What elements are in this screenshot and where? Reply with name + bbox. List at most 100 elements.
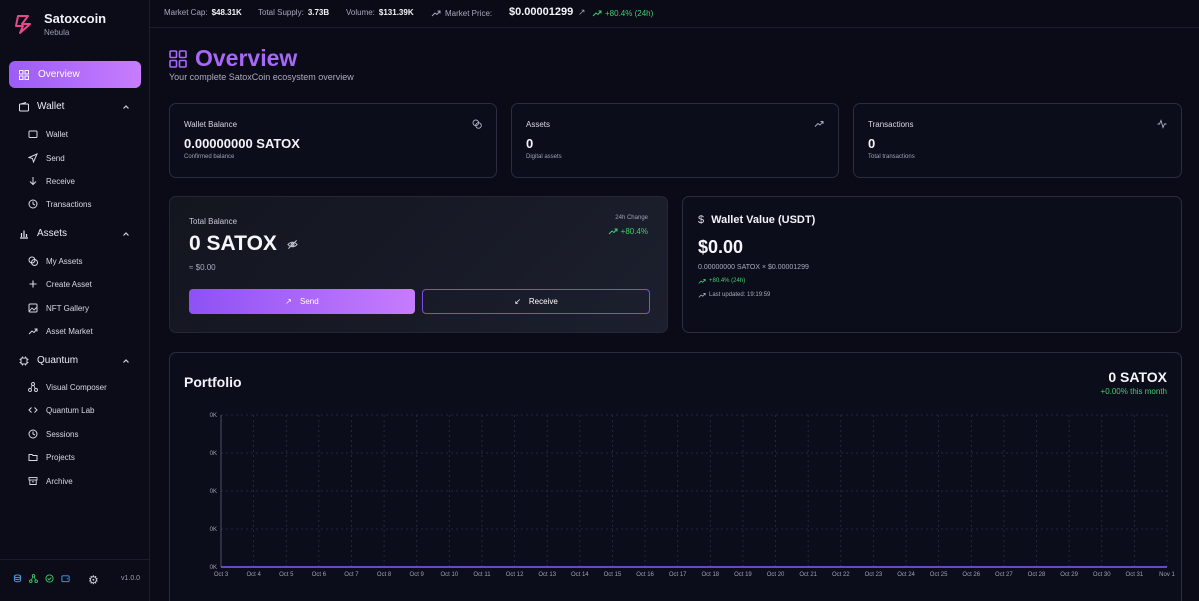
- total-supply-stat: Total Supply: 3.73B: [258, 8, 329, 17]
- x-tick-label: Oct 16: [636, 572, 654, 578]
- sidebar-item-visual-composer[interactable]: Visual Composer: [28, 382, 107, 392]
- sidebar-item-label: Asset Market: [46, 326, 93, 336]
- clock-icon: [28, 429, 38, 439]
- stat-value: 0.00000000 SATOX: [184, 136, 300, 151]
- change-24h: +80.4%: [608, 226, 648, 236]
- sidebar-item-my-assets[interactable]: My Assets: [28, 256, 82, 266]
- market-price-value: $0.00001299: [509, 6, 574, 18]
- coins-icon: [28, 256, 38, 266]
- nav-section-label: Assets: [37, 228, 68, 239]
- sidebar-item-projects[interactable]: Projects: [28, 452, 75, 462]
- trending-up-icon: [698, 277, 706, 285]
- image-icon: [28, 303, 38, 313]
- gear-icon[interactable]: ⚙: [88, 573, 99, 587]
- total-balance-amount: 0 SATOX: [189, 232, 277, 255]
- x-tick-label: Oct 6: [312, 572, 327, 578]
- satoxcoin-logo: [15, 15, 31, 34]
- layout-grid-icon: [169, 49, 187, 68]
- stat-label: Transactions: [868, 120, 914, 129]
- sidebar-item-asset-market[interactable]: Asset Market: [28, 326, 93, 336]
- x-tick-label: Oct 14: [571, 572, 589, 578]
- database-icon[interactable]: [13, 574, 22, 583]
- stat-sub: Digital assets: [526, 154, 562, 160]
- sidebar-item-transactions[interactable]: Transactions: [28, 199, 92, 209]
- sidebar-item-wallet[interactable]: Wallet: [28, 129, 68, 139]
- wallet-icon[interactable]: [61, 574, 70, 583]
- x-tick-label: Oct 12: [506, 572, 524, 578]
- y-tick-label: 0K: [210, 489, 217, 495]
- archive-icon: [28, 476, 38, 486]
- x-tick-label: Oct 21: [799, 572, 817, 578]
- x-tick-label: Oct 4: [246, 572, 261, 578]
- trending-up-icon: [431, 8, 441, 18]
- arrow-up-right-icon: ↗: [285, 297, 292, 306]
- sidebar-item-create-asset[interactable]: Create Asset: [28, 279, 92, 289]
- x-tick-label: Oct 28: [1028, 572, 1046, 578]
- chevron-up-icon: [121, 229, 131, 239]
- sidebar-item-label: Visual Composer: [46, 382, 107, 392]
- trending-up-icon: [698, 291, 706, 299]
- receive-button[interactable]: ↙ Receive: [422, 289, 650, 314]
- total-balance-card: Total Balance 0 SATOX ≈ $0.00 24h Change…: [169, 196, 668, 333]
- sidebar-item-label: Create Asset: [46, 279, 92, 289]
- x-tick-label: Oct 22: [832, 572, 850, 578]
- price-change-badge: +80.4% (24h): [592, 8, 653, 18]
- sidebar: Satoxcoin Nebula Overview Wallet Wallet …: [0, 0, 150, 601]
- y-tick-label: 0K: [210, 413, 217, 419]
- market-cap-stat: Market Cap: $48.31K: [164, 8, 242, 17]
- send-icon: [28, 153, 38, 163]
- trending-up-icon: [814, 121, 824, 127]
- nav-section-wallet[interactable]: Wallet: [19, 101, 131, 112]
- stat-sub: Total transactions: [868, 154, 915, 160]
- nav-overview[interactable]: Overview: [9, 61, 141, 88]
- sidebar-item-receive[interactable]: Receive: [28, 176, 75, 186]
- x-tick-label: Oct 17: [669, 572, 687, 578]
- sidebar-item-quantum-lab[interactable]: Quantum Lab: [28, 405, 94, 415]
- sidebar-footer: ⚙ v1.0.0: [0, 559, 150, 601]
- sidebar-item-send[interactable]: Send: [28, 153, 65, 163]
- portfolio-chart[interactable]: 0K0K0K0K0KOct 3 Oct 4 Oct 5 Oct 6 Oct 7 Oct 8…: [169, 352, 1182, 601]
- page-heading: Overview: [169, 45, 297, 72]
- y-tick-label: 0K: [210, 451, 217, 457]
- x-tick-label: Nov 1: [1159, 572, 1175, 578]
- check-circle-icon[interactable]: [45, 574, 54, 583]
- sidebar-item-archive[interactable]: Archive: [28, 476, 73, 486]
- coins-icon: [472, 119, 482, 129]
- y-tick-label: 0K: [210, 527, 217, 533]
- market-price-label: Market Price:: [445, 8, 493, 18]
- wallet-value-title: Wallet Value (USDT): [711, 214, 816, 226]
- brand-name: Satoxcoin: [44, 11, 107, 26]
- wallet-icon: [28, 129, 38, 139]
- external-link-icon[interactable]: ↗: [578, 7, 586, 18]
- total-balance-label: Total Balance: [189, 217, 238, 226]
- stat-card-transactions: Transactions 0 Total transactions: [853, 103, 1182, 178]
- nav-section-assets[interactable]: Assets: [19, 228, 131, 239]
- eye-off-icon[interactable]: [287, 239, 298, 250]
- network-icon[interactable]: [29, 574, 38, 583]
- volume-label: Volume:: [346, 8, 375, 17]
- brand[interactable]: Satoxcoin Nebula: [12, 11, 106, 37]
- stat-label: Assets: [526, 120, 551, 129]
- x-tick-label: Oct 26: [962, 572, 980, 578]
- plus-icon: [28, 279, 38, 289]
- change-24h-label: 24h Change: [615, 215, 648, 221]
- send-button[interactable]: ↗ Send: [189, 289, 415, 314]
- sidebar-item-nft-gallery[interactable]: NFT Gallery: [28, 303, 89, 313]
- layout-grid-icon: [19, 69, 29, 80]
- x-tick-label: Oct 24: [897, 572, 915, 578]
- x-tick-label: Oct 23: [865, 572, 883, 578]
- send-button-label: Send: [300, 297, 319, 306]
- wallet-value-header: $ Wallet Value (USDT): [698, 214, 815, 226]
- x-tick-label: Oct 25: [930, 572, 948, 578]
- x-tick-label: Oct 27: [995, 572, 1013, 578]
- chevron-up-icon: [121, 102, 131, 112]
- x-tick-label: Oct 30: [1093, 572, 1111, 578]
- sidebar-item-label: Receive: [46, 176, 75, 186]
- x-tick-label: Oct 9: [410, 572, 425, 578]
- market-price-stat: Market Price:: [431, 8, 492, 18]
- sidebar-item-sessions[interactable]: Sessions: [28, 429, 78, 439]
- nav-section-quantum[interactable]: Quantum: [19, 355, 131, 366]
- sidebar-item-label: Quantum Lab: [46, 405, 95, 415]
- nav-section-label: Quantum: [37, 355, 79, 366]
- clock-icon: [28, 199, 38, 209]
